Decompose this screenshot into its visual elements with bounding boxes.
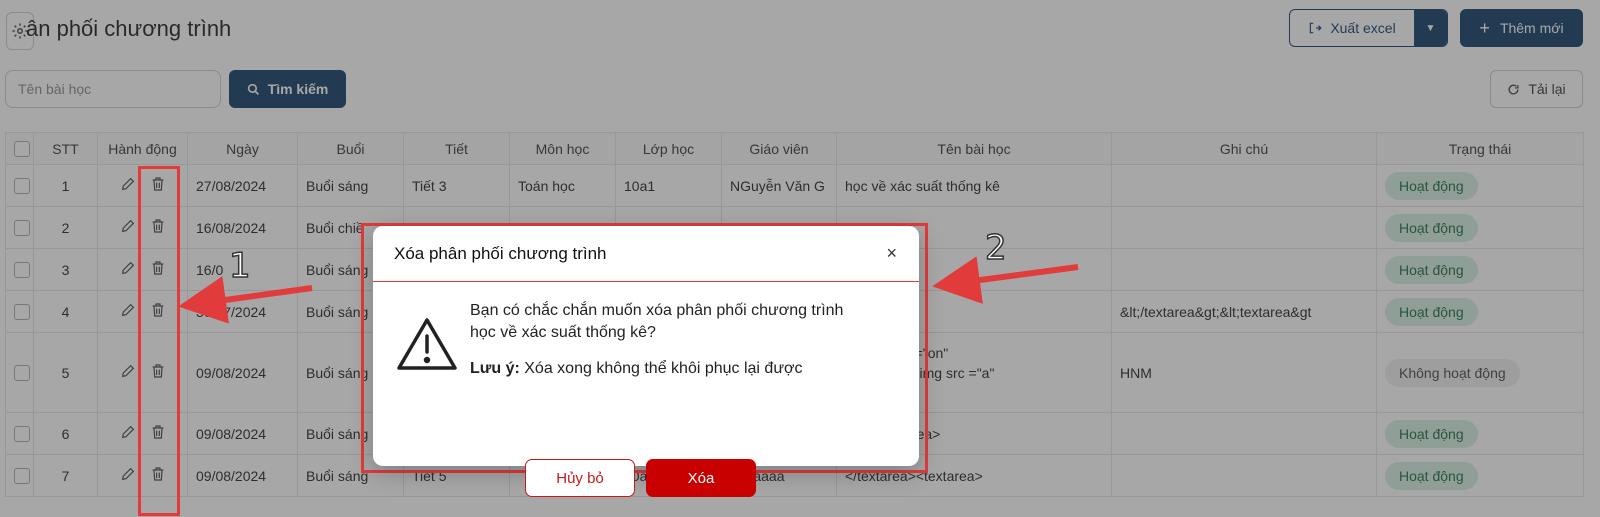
annotation-label-1: 1 — [228, 245, 251, 287]
annotation-arrow-1 — [178, 276, 313, 324]
annotation-label-2: 2 — [984, 227, 1007, 269]
annotation-arrow-2 — [932, 256, 1079, 304]
